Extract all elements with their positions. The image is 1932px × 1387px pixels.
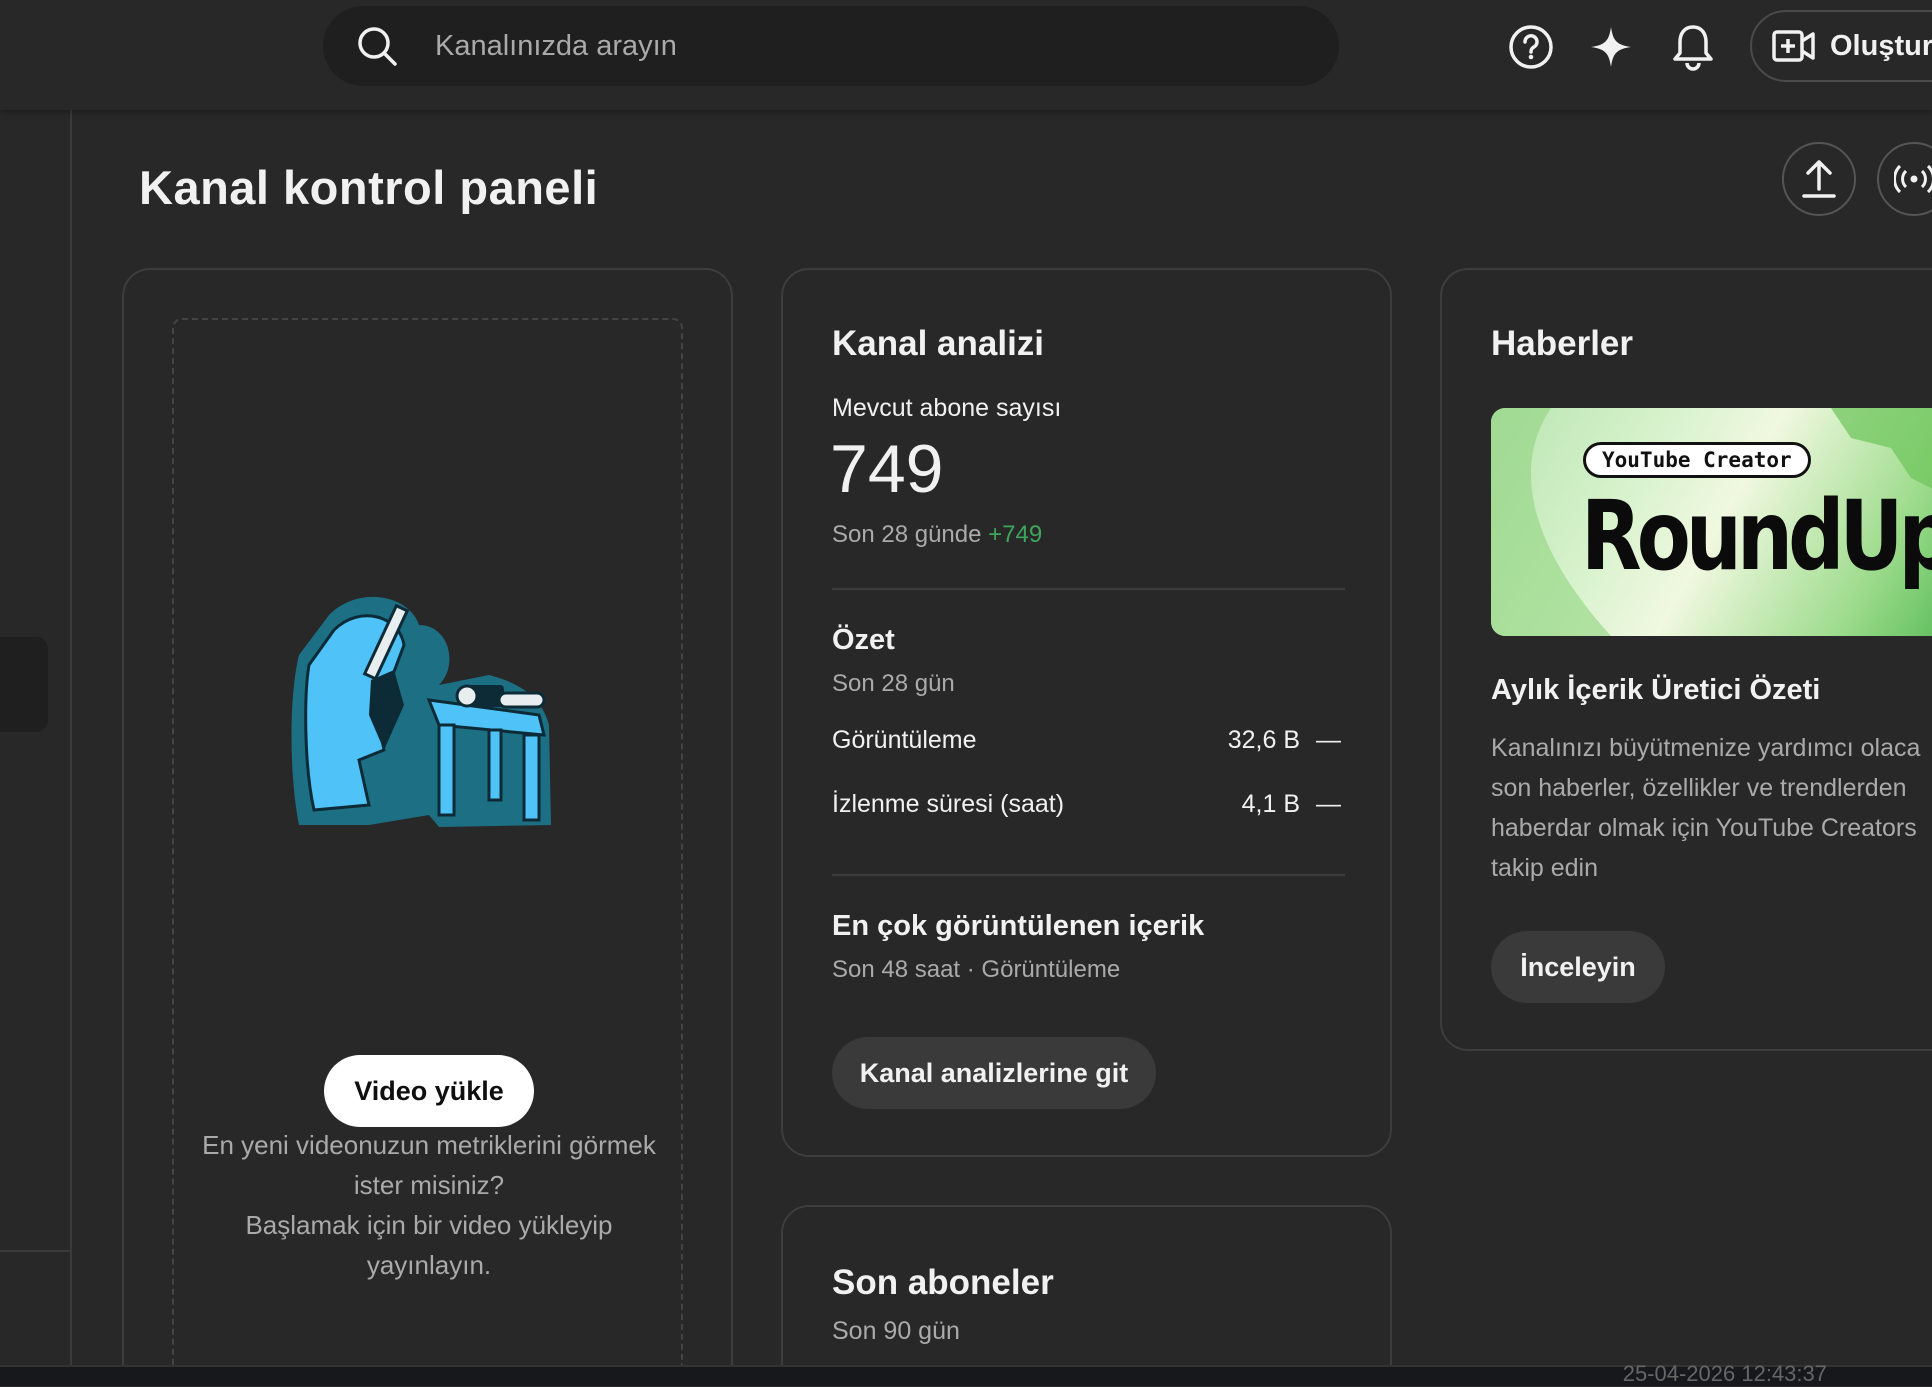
- subscriber-label: Mevcut abone sayısı: [832, 394, 1062, 422]
- live-broadcast-icon: [1894, 164, 1932, 194]
- create-button[interactable]: Oluştur: [1750, 10, 1932, 82]
- top-content-meta: Son 48 saat · Görüntüleme: [832, 956, 1121, 983]
- analytics-title: Kanal analizi: [832, 324, 1045, 363]
- empty-state-text: En yeni videonuzun metriklerini görmek i…: [184, 1125, 674, 1285]
- go-to-analytics-button[interactable]: Kanal analizlerine git: [832, 1037, 1156, 1109]
- subscriber-change-period: Son 28 günde: [832, 521, 982, 548]
- news-body-line: son haberler, özellikler ve trendlerden: [1491, 774, 1907, 802]
- sidebar-divider: [0, 1250, 72, 1252]
- metric-trend: —: [1316, 790, 1341, 818]
- search-icon[interactable]: [355, 24, 399, 68]
- subscriber-change-value: +749: [988, 521, 1043, 548]
- search-input[interactable]: [435, 6, 1285, 86]
- news-body: Kanalınızı büyütmenize yardımcı olaca so…: [1491, 728, 1932, 888]
- sparkle-icon[interactable]: [1584, 20, 1638, 74]
- bell-icon[interactable]: [1666, 20, 1720, 74]
- metric-value: 32,6 B: [1227, 726, 1300, 754]
- upload-button[interactable]: [1782, 142, 1856, 216]
- explore-button[interactable]: İnceleyin: [1491, 931, 1665, 1003]
- sidebar-active-item[interactable]: [0, 637, 48, 732]
- recent-subscribers-period: Son 90 gün: [832, 1317, 960, 1345]
- metric-value: 4,1 B: [1241, 790, 1300, 818]
- empty-text-line: En yeni videonuzun metriklerini görmek: [202, 1130, 656, 1160]
- banner-title: RoundUp: [1581, 480, 1932, 592]
- metric-label: İzlenme süresi (saat): [832, 790, 1065, 818]
- news-banner-image[interactable]: YouTube Creator RoundUp: [1491, 408, 1932, 636]
- page-title: Kanal kontrol paneli: [139, 161, 599, 214]
- subscriber-change: Son 28 günde +749: [832, 521, 1042, 549]
- news-body-line: haberdar olmak için YouTube Creators: [1491, 814, 1917, 842]
- top-content-title: En çok görüntülenen içerik: [832, 910, 1205, 942]
- divider: [832, 874, 1345, 876]
- channel-analytics-card: Kanal analizi Mevcut abone sayısı 749 So…: [781, 268, 1392, 1157]
- system-status-bar: 25-04-2026 12:43:37: [0, 1361, 1932, 1386]
- banner-tag: YouTube Creator: [1583, 442, 1811, 478]
- search-box[interactable]: [323, 6, 1339, 86]
- news-headline: Aylık İçerik Üretici Özeti: [1491, 674, 1821, 706]
- empty-text-line: Başlamak için bir video yükleyip: [245, 1210, 613, 1240]
- summary-period: Son 28 gün: [832, 670, 955, 697]
- news-card: Haberler YouTube Creator RoundUp Aylık İ…: [1440, 268, 1932, 1051]
- recent-subscribers-title: Son aboneler: [832, 1263, 1054, 1302]
- upload-card: En yeni videonuzun metriklerini görmek i…: [122, 268, 733, 1365]
- help-icon[interactable]: [1504, 20, 1558, 74]
- video-add-icon: [1772, 30, 1815, 62]
- go-live-button[interactable]: [1877, 142, 1932, 216]
- timestamp: 25-04-2026 12:43:37: [1622, 1361, 1827, 1386]
- divider: [832, 588, 1345, 590]
- empty-text-line: yayınlayın.: [366, 1250, 492, 1280]
- news-title: Haberler: [1491, 324, 1634, 363]
- metric-trend: —: [1316, 726, 1341, 754]
- news-body-line: Kanalınızı büyütmenize yardımcı olaca: [1491, 734, 1921, 762]
- metric-label: Görüntüleme: [832, 726, 977, 754]
- upload-icon: [1802, 160, 1836, 198]
- create-label: Oluştur: [1830, 29, 1932, 62]
- top-bar: Oluştur: [0, 0, 1932, 110]
- recent-subscribers-card: Son aboneler Son 90 gün: [781, 1205, 1392, 1365]
- subscriber-count: 749: [830, 431, 944, 507]
- upload-video-button[interactable]: Video yükle: [324, 1055, 534, 1127]
- illustration-microscope: [291, 596, 551, 827]
- summary-title: Özet: [832, 624, 895, 656]
- news-body-line: takip edin: [1491, 854, 1599, 882]
- sidebar: [0, 110, 72, 1365]
- empty-text-line: ister misiniz?: [353, 1170, 505, 1200]
